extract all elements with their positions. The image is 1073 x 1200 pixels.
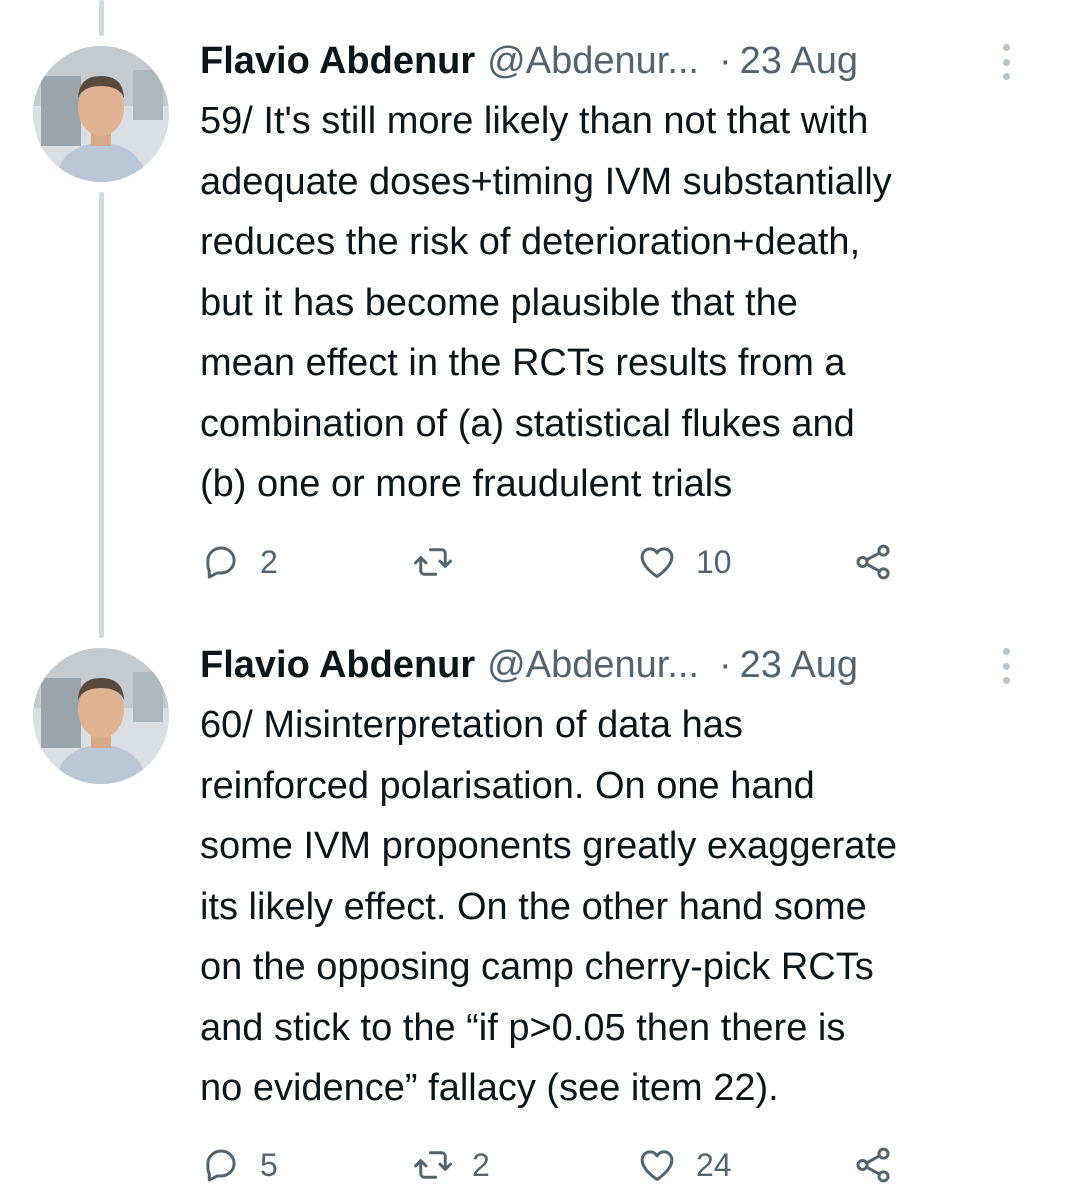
more-dot xyxy=(1002,73,1010,80)
avatar-photo xyxy=(33,648,169,784)
avatar[interactable] xyxy=(33,648,169,784)
author-handle[interactable]: @Abdenur... xyxy=(487,40,699,83)
heart-icon xyxy=(640,547,674,579)
reply-button[interactable]: 2 xyxy=(200,537,278,587)
share-button[interactable] xyxy=(852,1140,894,1190)
author-name[interactable]: Flavio Abdenur xyxy=(200,40,475,83)
tweet-text-line: and stick to the “if p>0.05 then there i… xyxy=(200,1006,846,1049)
action-bar: 5 2 24 xyxy=(200,1140,1060,1190)
retweet-button[interactable]: 2 xyxy=(412,1140,490,1190)
retweet-icon xyxy=(414,1151,452,1179)
more-options-icon[interactable] xyxy=(999,44,1013,80)
tweet-text-line: 60/ Misinterpretation of data has xyxy=(200,704,743,746)
retweet-count: 2 xyxy=(472,1146,490,1183)
more-options-icon[interactable] xyxy=(999,648,1013,684)
tweet-text-line: some IVM proponents greatly exaggerate xyxy=(200,825,898,867)
tweet-text: 59/ It's still more likely than not that… xyxy=(200,91,1060,515)
avatar-photo xyxy=(33,46,169,182)
date-separator: · xyxy=(719,643,732,686)
tweet[interactable]: Flavio Abdenur @Abdenur... · 23 Aug 59/ I… xyxy=(0,0,1073,610)
share-button[interactable] xyxy=(852,537,894,587)
tweet-text-line: but it has become plausible that the xyxy=(200,281,798,324)
share-icon xyxy=(856,1147,890,1183)
more-dot xyxy=(1002,58,1010,66)
tweet-text-line: on the opposing camp cherry-pick RCTs xyxy=(200,946,874,988)
tweet-date[interactable]: · 23 Aug xyxy=(719,644,858,687)
tweet[interactable]: Flavio Abdenur @Abdenur... · 23 Aug 60/ M… xyxy=(0,610,1073,1200)
action-bar: 2 10 xyxy=(200,537,1060,587)
tweet-text-line: adequate doses+timing IVM substantially xyxy=(200,160,892,203)
tweet-text: 60/ Misinterpretation of data has reinfo… xyxy=(200,695,1060,1119)
tweet-header: Flavio Abdenur @Abdenur... · 23 Aug xyxy=(200,640,1053,690)
like-button[interactable]: 10 xyxy=(636,537,732,587)
more-dot xyxy=(1002,662,1010,670)
tweet-header: Flavio Abdenur @Abdenur... · 23 Aug xyxy=(200,36,1053,86)
like-count: 24 xyxy=(696,1146,732,1183)
date-text: 23 Aug xyxy=(739,39,858,82)
tweet-text-line: reinforced polarisation. On one hand xyxy=(200,764,815,807)
tweet-text-line: its likely effect. On the other hand som… xyxy=(200,885,867,928)
share-icon xyxy=(856,544,890,580)
like-count: 10 xyxy=(696,543,732,580)
retweet-icon xyxy=(414,548,452,576)
tweet-text-line: 59/ It's still more likely than not that… xyxy=(200,100,869,142)
tweet-text-line: reduces the risk of deterioration+death, xyxy=(200,221,861,263)
more-dot xyxy=(1002,44,1010,51)
date-separator: · xyxy=(719,39,732,82)
reply-button[interactable]: 5 xyxy=(200,1140,278,1190)
more-dot xyxy=(1002,648,1010,655)
tweet-date[interactable]: · 23 Aug xyxy=(719,40,858,83)
reply-count: 2 xyxy=(260,543,278,580)
retweet-button[interactable] xyxy=(412,537,472,587)
author-name[interactable]: Flavio Abdenur xyxy=(200,644,475,687)
more-dot xyxy=(1002,677,1010,684)
tweet-text-line: combination of (a) statistical flukes an… xyxy=(200,402,855,445)
tweet-text-line: no evidence” fallacy (see item 22). xyxy=(200,1067,779,1109)
tweet-text-line: mean effect in the RCTs results from a xyxy=(200,342,846,384)
date-text: 23 Aug xyxy=(739,643,858,686)
avatar[interactable] xyxy=(33,46,169,182)
heart-icon xyxy=(640,1150,674,1182)
reply-count: 5 xyxy=(260,1146,278,1183)
tweet-text-line: (b) one or more fraudulent trials xyxy=(200,463,733,505)
like-button[interactable]: 24 xyxy=(636,1140,732,1190)
reply-icon xyxy=(206,1149,236,1182)
author-handle[interactable]: @Abdenur... xyxy=(487,644,699,687)
reply-icon xyxy=(206,546,236,579)
